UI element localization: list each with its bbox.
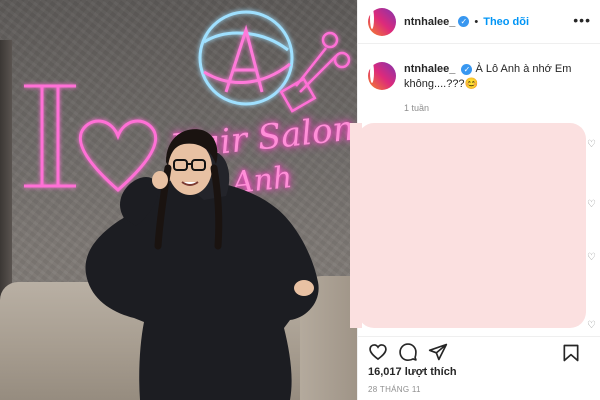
follow-button[interactable]: Theo dõi (483, 16, 529, 28)
caption-avatar-image (370, 62, 374, 83)
likes-count[interactable]: 16,017 lượt thích (368, 366, 457, 378)
comment-like-icon[interactable]: ♡ (587, 139, 596, 150)
verified-badge-icon: ✓ (461, 64, 473, 75)
caption-time: 1 tuần (404, 103, 430, 113)
post-caption: ntnhalee_ ✓ À Lô Anh à nhớ Em không....?… (368, 62, 593, 92)
avatar-image (370, 7, 374, 29)
neon-logo (198, 10, 294, 106)
neon-letter-i (24, 84, 76, 188)
avatar[interactable] (368, 7, 396, 36)
action-bar (358, 336, 600, 366)
separator-dot: • (474, 15, 479, 28)
post-photo[interactable]: Hair Salon Anh (0, 0, 357, 400)
post-header: ntnhalee_ ✓ • Theo dõi ••• (358, 0, 600, 44)
username-link[interactable]: ntnhalee_ (404, 16, 455, 28)
caption-username[interactable]: ntnhalee_ (404, 63, 455, 75)
post-date: 28 THÁNG 11 (368, 385, 421, 394)
hidden-comments-overlay (350, 123, 586, 328)
heart-icon[interactable] (368, 342, 388, 362)
comment-icon[interactable] (398, 342, 418, 362)
person-figure (85, 129, 319, 400)
post-side-panel: ntnhalee_ ✓ • Theo dõi ••• ntnhalee_ ✓ À… (350, 0, 600, 400)
caption-text-block: ntnhalee_ ✓ À Lô Anh à nhớ Em không....?… (404, 62, 593, 92)
comment-like-icon[interactable]: ♡ (587, 252, 596, 263)
comment-like-icon[interactable]: ♡ (587, 320, 596, 331)
comment-like-icon[interactable]: ♡ (587, 199, 596, 210)
more-options-icon[interactable]: ••• (573, 12, 591, 28)
caption-avatar[interactable] (368, 62, 396, 90)
share-icon[interactable] (428, 342, 448, 362)
bookmark-icon[interactable] (561, 343, 581, 363)
verified-badge-icon: ✓ (458, 16, 470, 27)
